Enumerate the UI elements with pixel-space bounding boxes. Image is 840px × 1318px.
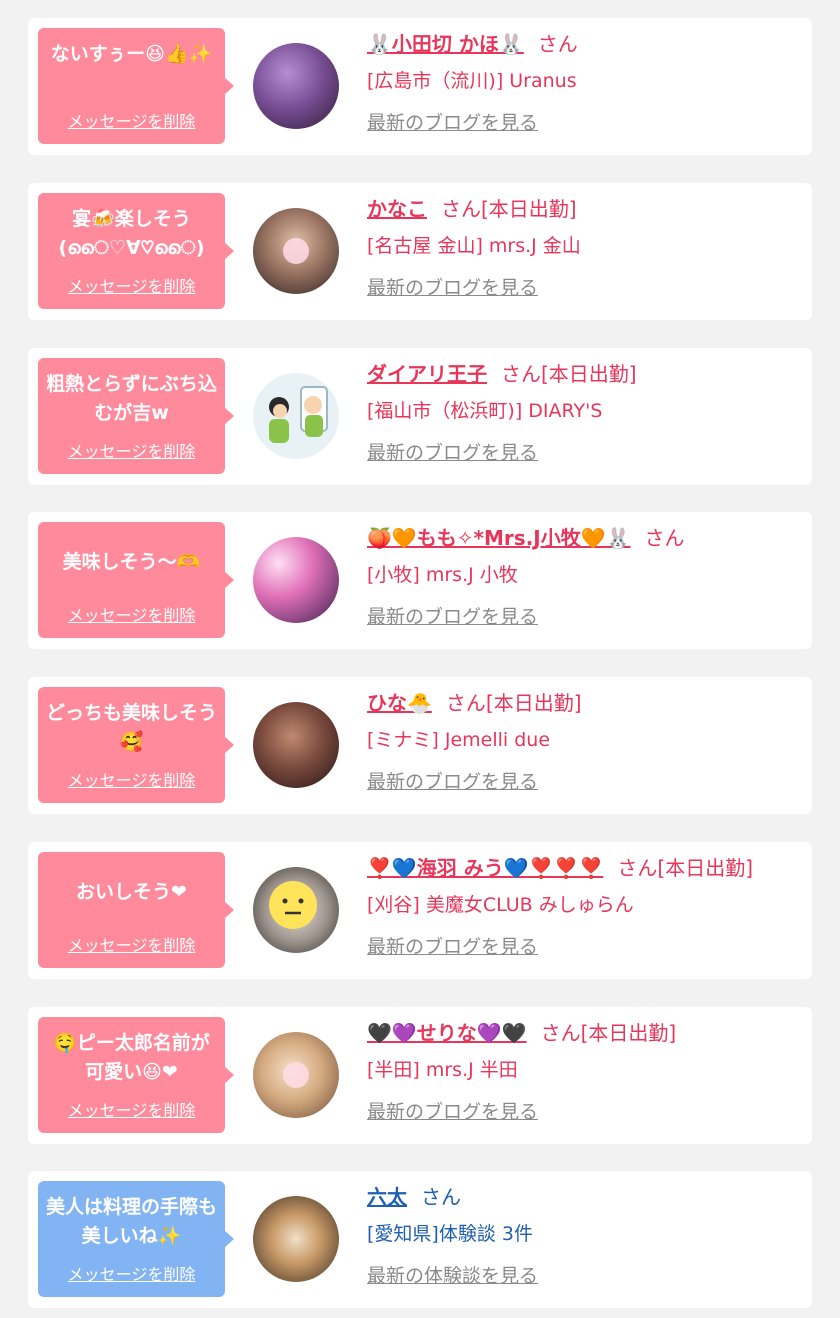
message-card: 宴🍻楽しそう(ൈ♡∀♡ൈ) メッセージを削除 かなこ さん[本日出勤] [名古屋 … [28, 183, 812, 320]
delete-message-link[interactable]: メッセージを削除 [38, 108, 225, 132]
message-text: ないすぅー😆👍✨ [50, 43, 213, 65]
message-bubble: 美人は料理の手際も美しいね✨ メッセージを削除 [38, 1181, 234, 1297]
profile-name-link[interactable]: ひな🐣 [367, 691, 432, 715]
honorific: さん [421, 1185, 461, 1209]
profile-name-link[interactable]: 六太 [367, 1185, 407, 1209]
profile-info: 🖤💜せりな💜🖤 さん[本日出勤] [半田] mrs.J 半田 最新のブログを見る [367, 1015, 807, 1124]
profile-info: 六太 さん [愛知県]体験談 3件 最新の体験談を見る [367, 1179, 807, 1288]
profile-info: ダイアリ王子 さん[本日出勤] [福山市（松浜町)] DIARY'S 最新のブログ… [367, 356, 807, 465]
face-blur-sticker [283, 1062, 309, 1088]
message-text: 🤤ピー太郎名前が可愛い😆❤ [53, 1032, 210, 1083]
profile-name-link[interactable]: ❣️💙海羽 みう💙❣️❣️❣️ [367, 856, 603, 880]
latest-blog-link[interactable]: 最新のブログを見る [367, 1097, 538, 1124]
latest-blog-link[interactable]: 最新のブログを見る [367, 108, 538, 135]
message-card: ないすぅー😆👍✨ メッセージを削除 🐰小田切 かほ🐰 さん [広島市（流川)] U… [28, 18, 812, 155]
shop-link[interactable]: [半田] mrs.J 半田 [367, 1051, 807, 1089]
latest-blog-link[interactable]: 最新のブログを見る [367, 602, 538, 629]
message-card: 美味しそう～🫶 メッセージを削除 🍑🧡もも✧*Mrs.J小牧🧡🐰 さん [小牧] … [28, 512, 812, 649]
shop-link[interactable]: [愛知県]体験談 3件 [367, 1215, 807, 1253]
shop-link[interactable]: [小牧] mrs.J 小牧 [367, 556, 807, 594]
message-text: どっちも美味しそう🥰 [46, 702, 217, 753]
face-blur-sticker [283, 238, 309, 264]
profile-info: 🍑🧡もも✧*Mrs.J小牧🧡🐰 さん [小牧] mrs.J 小牧 最新のブログを見… [367, 520, 807, 629]
delete-message-link[interactable]: メッセージを削除 [38, 602, 225, 626]
honorific: さん[本日出勤] [540, 1021, 677, 1045]
message-bubble: 粗熱とらずにぶち込むが吉w メッセージを削除 [38, 358, 234, 474]
delete-message-link[interactable]: メッセージを削除 [38, 932, 225, 956]
avatar[interactable] [253, 867, 339, 953]
profile-name-link[interactable]: 🍑🧡もも✧*Mrs.J小牧🧡🐰 [367, 526, 631, 550]
avatar[interactable] [253, 702, 339, 788]
profile-name-link[interactable]: 🖤💜せりな💜🖤 [367, 1021, 527, 1045]
message-bubble: どっちも美味しそう🥰 メッセージを削除 [38, 687, 234, 803]
profile-info: 🐰小田切 かほ🐰 さん [広島市（流川)] Uranus 最新のブログを見る [367, 26, 807, 135]
latest-blog-link[interactable]: 最新のブログを見る [367, 932, 538, 959]
message-card: 🤤ピー太郎名前が可愛い😆❤ メッセージを削除 🖤💜せりな💜🖤 さん[本日出勤] [… [28, 1007, 812, 1144]
message-text: 粗熱とらずにぶち込むが吉w [46, 373, 217, 424]
message-card: どっちも美味しそう🥰 メッセージを削除 ひな🐣 さん[本日出勤] [ミナミ] Je… [28, 677, 812, 814]
profile-info: ❣️💙海羽 みう💙❣️❣️❣️ さん[本日出勤] [刈谷] 美魔女CLUB みしゅ… [367, 850, 807, 959]
message-text: おいしそう❤ [76, 881, 187, 903]
message-card: おいしそう❤ メッセージを削除 ❣️💙海羽 みう💙❣️❣️❣️ さん[本日出勤] … [28, 842, 812, 979]
illustration-icon [269, 386, 328, 443]
delete-message-link[interactable]: メッセージを削除 [38, 1097, 225, 1121]
profile-info: ひな🐣 さん[本日出勤] [ミナミ] Jemelli due 最新のブログを見る [367, 685, 807, 794]
honorific: さん [537, 32, 578, 56]
profile-name-link[interactable]: ダイアリ王子 [367, 362, 487, 386]
honorific: さん[本日出勤] [445, 691, 582, 715]
delete-message-link[interactable]: メッセージを削除 [38, 438, 225, 462]
message-bubble: ないすぅー😆👍✨ メッセージを削除 [38, 28, 234, 144]
message-bubble: おいしそう❤ メッセージを削除 [38, 852, 234, 968]
latest-blog-link[interactable]: 最新のブログを見る [367, 767, 538, 794]
face-sticker-icon [269, 881, 317, 929]
message-list: ないすぅー😆👍✨ メッセージを削除 🐰小田切 かほ🐰 さん [広島市（流川)] U… [0, 0, 840, 1318]
avatar[interactable] [253, 373, 339, 459]
honorific: さん[本日出勤] [617, 856, 753, 880]
avatar[interactable] [253, 208, 339, 294]
honorific: さん[本日出勤] [501, 362, 637, 386]
latest-blog-link[interactable]: 最新のブログを見る [367, 273, 538, 300]
delete-message-link[interactable]: メッセージを削除 [38, 1261, 225, 1285]
delete-message-link[interactable]: メッセージを削除 [38, 273, 225, 297]
honorific: さん[本日出勤] [441, 197, 577, 221]
message-text: 宴🍻楽しそう(ൈ♡∀♡ൈ) [58, 208, 205, 259]
shop-link[interactable]: [刈谷] 美魔女CLUB みしゅらん [367, 886, 807, 924]
message-card: 美人は料理の手際も美しいね✨ メッセージを削除 六太 さん [愛知県]体験談 3件… [28, 1171, 812, 1308]
message-bubble: 美味しそう～🫶 メッセージを削除 [38, 522, 234, 638]
profile-info: かなこ さん[本日出勤] [名古屋 金山] mrs.J 金山 最新のブログを見る [367, 191, 807, 300]
avatar[interactable] [253, 1196, 339, 1282]
delete-message-link[interactable]: メッセージを削除 [38, 767, 225, 791]
message-card: 粗熱とらずにぶち込むが吉w メッセージを削除 ダイアリ王子 さん[本日出勤] [福… [28, 348, 812, 485]
honorific: さん [644, 526, 685, 550]
avatar[interactable] [253, 537, 339, 623]
shop-link[interactable]: [ミナミ] Jemelli due [367, 721, 807, 759]
shop-link[interactable]: [広島市（流川)] Uranus [367, 62, 807, 100]
message-text: 美人は料理の手際も美しいね✨ [46, 1196, 217, 1247]
shop-link[interactable]: [福山市（松浜町)] DIARY'S [367, 392, 807, 430]
profile-name-link[interactable]: かなこ [367, 197, 427, 221]
avatar[interactable] [253, 1032, 339, 1118]
message-bubble: 🤤ピー太郎名前が可愛い😆❤ メッセージを削除 [38, 1017, 234, 1133]
message-text: 美味しそう～🫶 [62, 551, 201, 573]
avatar[interactable] [253, 43, 339, 129]
shop-link[interactable]: [名古屋 金山] mrs.J 金山 [367, 227, 807, 265]
latest-blog-link[interactable]: 最新のブログを見る [367, 438, 538, 465]
message-bubble: 宴🍻楽しそう(ൈ♡∀♡ൈ) メッセージを削除 [38, 193, 234, 309]
profile-name-link[interactable]: 🐰小田切 かほ🐰 [367, 32, 524, 56]
latest-review-link[interactable]: 最新の体験談を見る [367, 1261, 538, 1288]
